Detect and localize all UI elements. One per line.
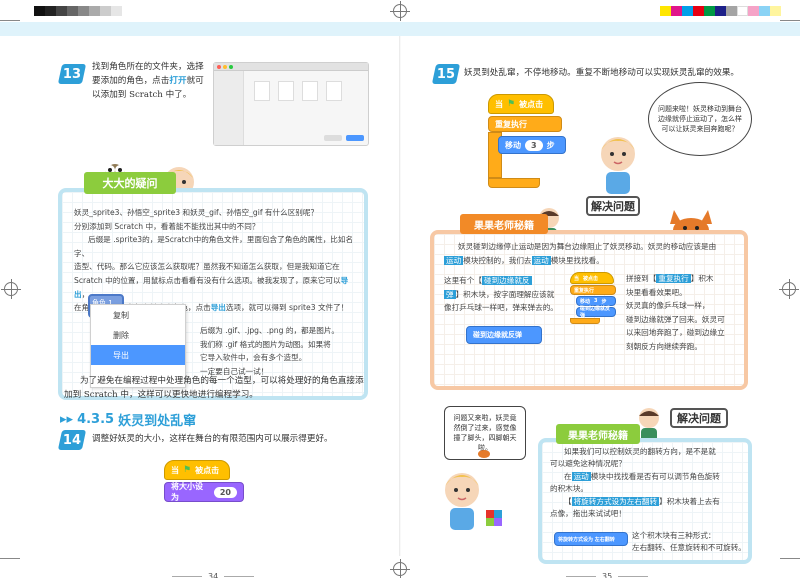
dialog-cancel-button [324, 135, 342, 141]
set-size-block[interactable]: 将大小设为 20 [164, 482, 244, 502]
image-format-note: 后缀为 .gif、.jpg、.png 的，都是图片。 我们称 .gif 格式的图… [200, 326, 339, 376]
tip-label-1: 果果老师秘籍 [460, 214, 548, 234]
forever-block-foot [488, 178, 540, 188]
registration-mark-bottom [390, 559, 410, 578]
speech-bubble-question: 问题来啦！妖灵移动到舞台边缘就停止运动了，怎么样可以让妖灵来回奔跑呢？ [648, 82, 752, 156]
registration-mark-top [390, 1, 410, 21]
menu-item-duplicate[interactable]: 复制 [91, 305, 185, 325]
when-flag-clicked-block[interactable]: 当 ⚑ 被点击 [164, 460, 230, 480]
tip-2-forms-text: 这个积木块有三种形式： 左右翻转、任意旋转和不可旋转。 [632, 531, 746, 552]
crop-mark [780, 558, 800, 559]
dialog-open-button [346, 135, 364, 141]
mini-when-flag-block: 当被点击 [570, 272, 614, 284]
step-13-badge: 13 [57, 64, 87, 84]
bounce-on-edge-block[interactable]: 碰到边缘就反弹 [466, 326, 542, 344]
tip-2-text: 如果我们可以控制妖灵的翻转方向，是不是就 可以避免这种情况呢？ 在运动 模块中找找… [550, 447, 720, 519]
step-13-text: 找到角色所在的文件夹，选择 要添加的角色，点击打开就可 以添加到 Scratch… [92, 62, 204, 100]
mini-forever-foot [570, 318, 600, 324]
set-rotation-style-block[interactable]: 将旋转方式设为 左右翻转 [554, 532, 628, 546]
menu-item-delete[interactable]: 删除 [91, 325, 185, 345]
mini-bounce-block: 碰到边缘就反弹 [576, 306, 616, 319]
file-icon [302, 81, 318, 101]
when-flag-clicked-block[interactable]: 当 ⚑ 被点击 [488, 94, 554, 114]
crop-mark [0, 558, 20, 559]
file-icon [254, 81, 270, 101]
tip-1-intro: 妖灵碰到边缘停止运动是因为舞台边缘阻止了妖灵移动。妖灵的移动应该是由 运动 模块控… [444, 242, 717, 265]
solve-problem-label: 解决问题 [586, 196, 640, 216]
step-15-badge: 15 [431, 64, 461, 84]
page-35: 15 妖灵到处乱窜，不停地移动。重复不断地移动可以实现妖灵乱窜的效果。 当 ⚑ 被点… [400, 36, 800, 578]
fox-upside-down-icon [478, 450, 490, 458]
crop-mark [780, 20, 800, 21]
page-34: 13 找到角色所在的文件夹，选择 要添加的角色，点击打开就可 以添加到 Scra… [0, 36, 400, 578]
question-panel-label: 大大的疑问 [84, 172, 176, 194]
tip-1-bounce-text: 这里有个【 碰到边缘就反 弹】积木块，按字面理解应该就 像打乒乓球一样吧，弹来弹去… [444, 276, 558, 313]
header-band [0, 22, 800, 36]
step-15-text: 妖灵到处乱窜，不停地移动。重复不断地移动可以实现妖灵乱窜的效果。 [464, 68, 740, 78]
section-arrows-icon: ▸▸ [60, 412, 74, 427]
print-grayscale-bar [34, 6, 122, 16]
crop-mark [0, 20, 20, 21]
page-number-left: 34 [172, 572, 255, 578]
color-blocks-decoration [486, 510, 502, 526]
menu-item-export[interactable]: 导出 [91, 345, 185, 365]
size-value-input[interactable]: 20 [213, 486, 237, 498]
steps-value-input[interactable]: 3 [525, 139, 543, 151]
section-heading: ▸▸ 4.3.5 妖灵到处乱窜 [60, 412, 197, 429]
print-color-bar [660, 6, 781, 16]
file-icon [278, 81, 294, 101]
tip-1-result-text: 拼接到【 重复执行 】积木 块里看看效果吧。 妖灵真的像乒乓球一样， 碰到边缘就弹了… [626, 274, 725, 351]
file-icon [326, 81, 342, 101]
file-dialog-screenshot [213, 62, 369, 146]
solve-problem-label-2: 解决问题 [670, 408, 728, 428]
forever-block[interactable]: 重复执行 [488, 116, 562, 132]
kid-mascot-icon [445, 473, 479, 530]
mini-forever-block: 重复执行 [570, 285, 616, 295]
kid-mascot-icon [601, 137, 635, 194]
tip-label-2: 果果老师秘籍 [556, 424, 640, 444]
intro-paragraph: 为了避免在编程过程中处理角色的每一个造型，可以将处理好的角色直接添 加到 Scr… [64, 376, 364, 400]
green-flag-icon: ⚑ [507, 99, 516, 109]
step-14-badge: 14 [57, 430, 87, 450]
step-14-text: 调整好妖灵的大小，这样在舞台的有限范围内可以展示得更好。 [92, 434, 333, 444]
page-number-right: 35 [566, 572, 649, 578]
green-flag-icon: ⚑ [183, 465, 192, 475]
move-steps-block[interactable]: 移动 3 步 [498, 136, 566, 154]
